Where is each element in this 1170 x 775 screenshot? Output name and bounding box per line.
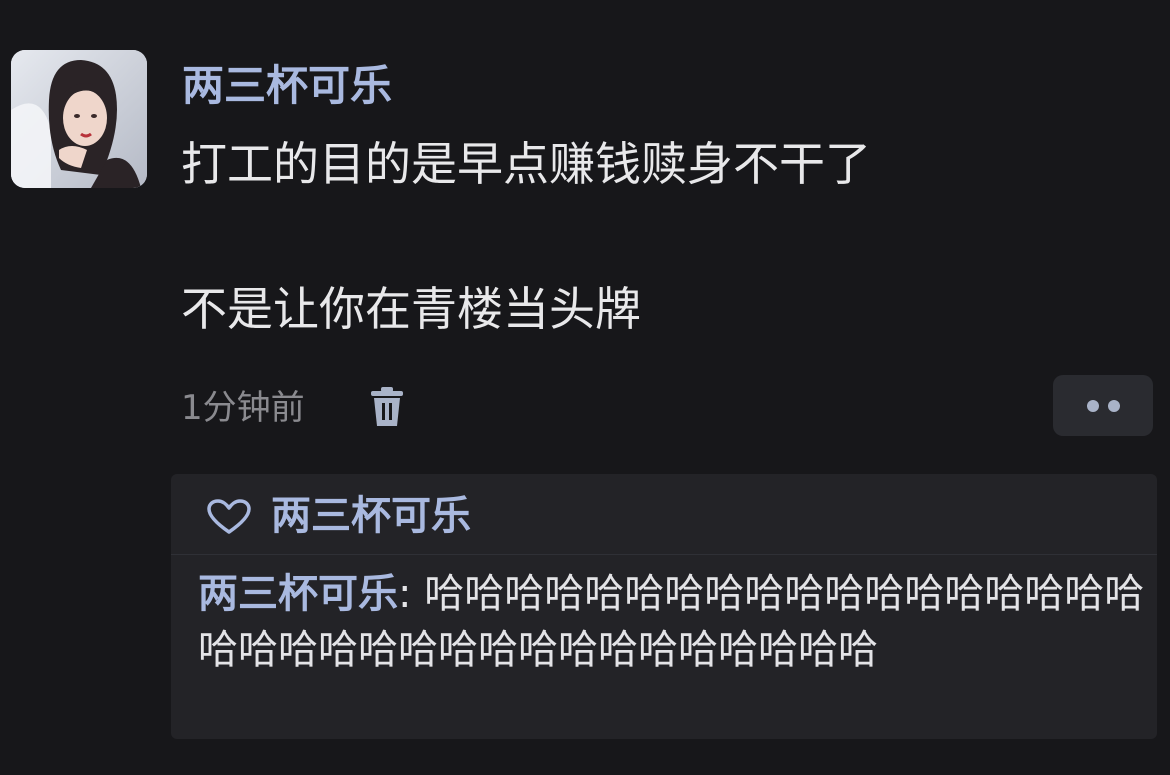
liked-by-username[interactable]: 两三杯可乐 [271, 488, 471, 544]
comment-timestamp: 1分钟前 [181, 388, 305, 428]
trash-icon[interactable] [368, 386, 406, 428]
divider [171, 554, 1157, 555]
comment-text-line-2: 不是让你在青楼当头牌 [181, 282, 641, 336]
reply-item: 两三杯可乐: 哈哈哈哈哈哈哈哈哈哈哈哈哈哈哈哈哈哈哈哈哈哈哈哈哈哈哈哈哈哈哈哈哈… [198, 566, 1148, 678]
comment-username[interactable]: 两三杯可乐 [182, 56, 392, 116]
reply-section: 两三杯可乐 两三杯可乐: 哈哈哈哈哈哈哈哈哈哈哈哈哈哈哈哈哈哈哈哈哈哈哈哈哈哈哈… [171, 474, 1157, 739]
reply-author[interactable]: 两三杯可乐 [198, 571, 398, 617]
reply-separator: : [398, 571, 425, 617]
more-options-button[interactable] [1053, 375, 1153, 436]
avatar-image [11, 50, 147, 188]
comment-text-line-1: 打工的目的是早点赚钱赎身不干了 [181, 137, 871, 191]
avatar[interactable] [11, 50, 147, 188]
more-dots-icon [1087, 400, 1099, 412]
more-dots-icon-2 [1108, 400, 1120, 412]
heart-icon[interactable] [207, 499, 251, 535]
